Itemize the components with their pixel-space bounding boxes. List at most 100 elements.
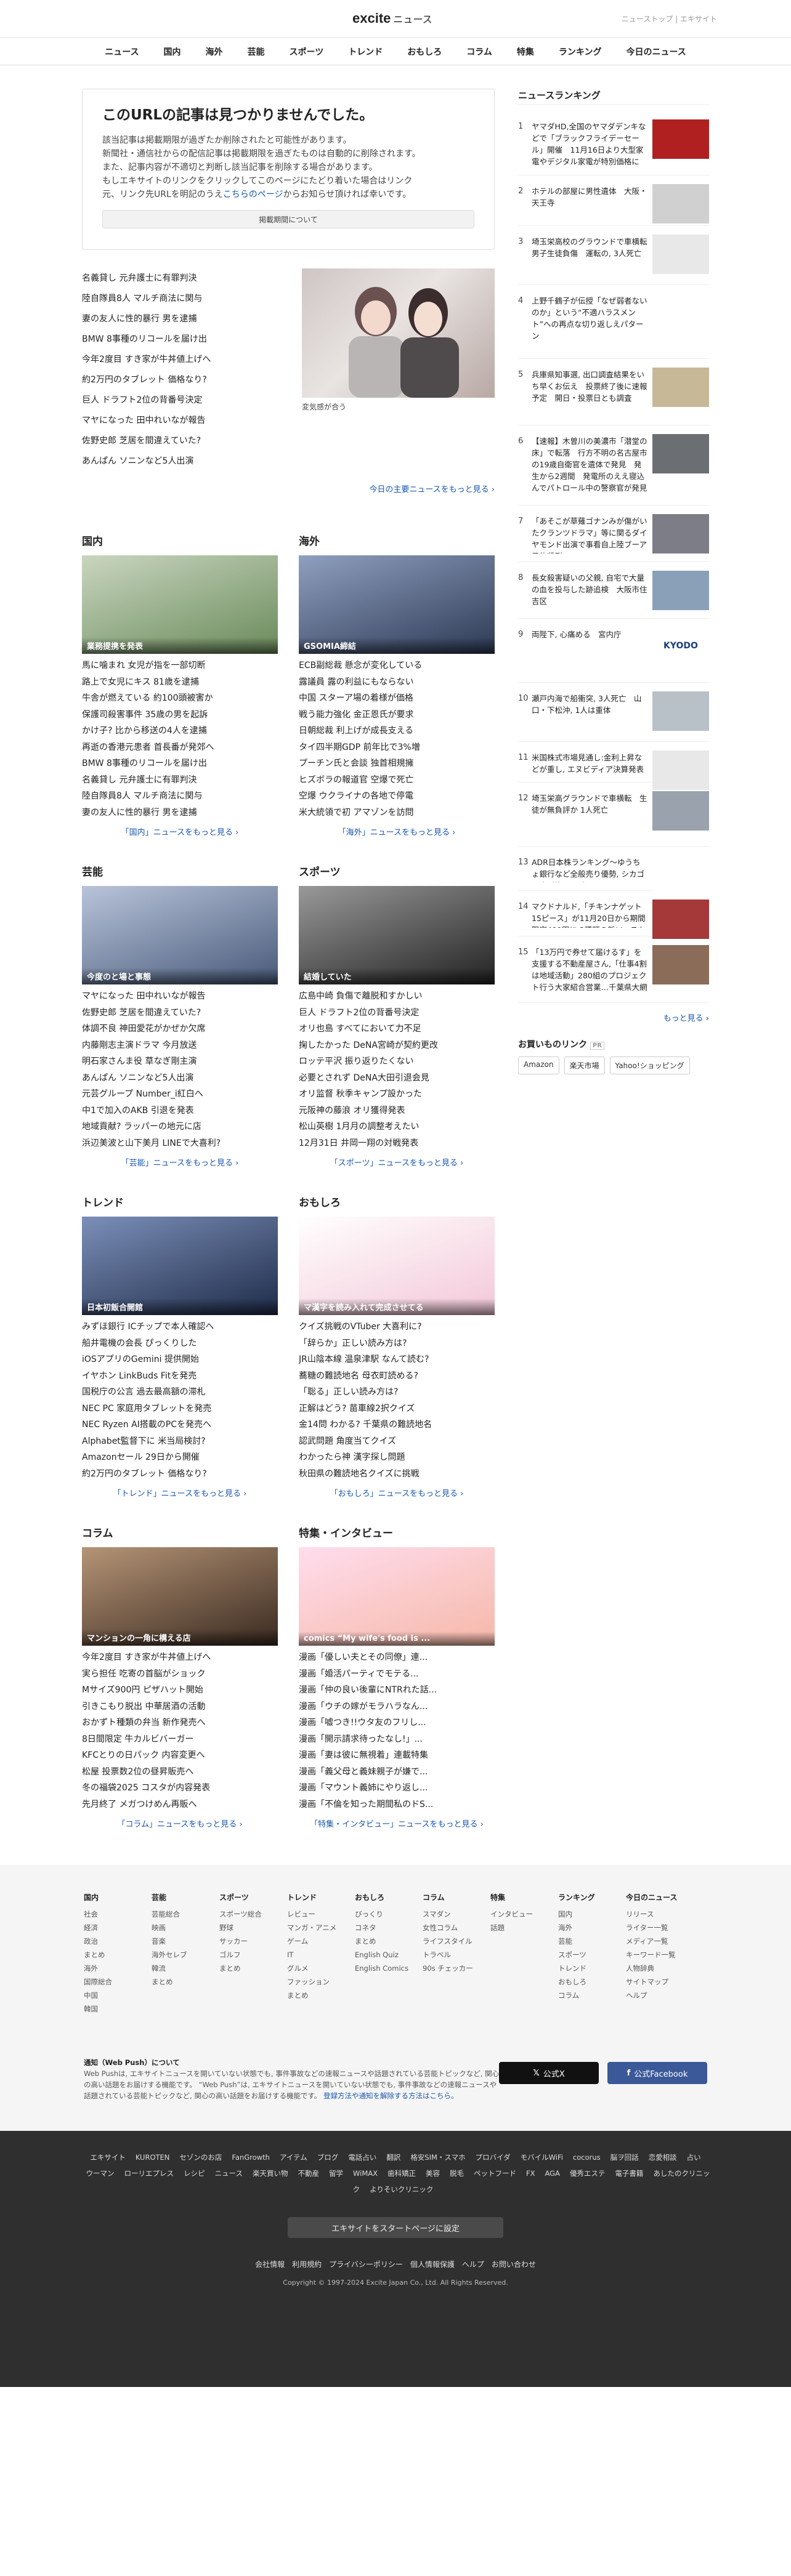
category-item[interactable]: NEC PC 家庭用タブレットを発売	[82, 1401, 278, 1417]
corporate-link[interactable]: 個人情報保護	[410, 2260, 455, 2269]
category-item[interactable]: 地域貢献? ラッパーの地元に店	[82, 1119, 278, 1135]
footer-link[interactable]: サッカー	[219, 1934, 287, 1948]
category-item[interactable]: ECB副総裁 懸念が変化している	[299, 658, 495, 674]
category-item[interactable]: 蕎糖の難読地名 母衣町読める?	[299, 1368, 495, 1385]
ranking-thumbnail[interactable]	[652, 294, 709, 333]
footer-column-title[interactable]: 国内	[84, 1892, 152, 1902]
nav-item[interactable]: おもしろ	[395, 46, 454, 58]
service-link[interactable]: 電話占い	[348, 2153, 376, 2162]
service-link[interactable]: アイテム	[280, 2153, 307, 2162]
service-link[interactable]: WiMAX	[353, 2169, 378, 2178]
service-link[interactable]: FanGrowth	[232, 2153, 270, 2162]
category-item[interactable]: 「辞らか」正しい読み方は?	[299, 1335, 495, 1352]
ranking-thumbnail[interactable]	[652, 235, 709, 274]
nav-item[interactable]: トレンド	[336, 46, 395, 58]
category-item[interactable]: 松山英樹 1月月の調整考えたい	[299, 1119, 495, 1135]
nav-item[interactable]: 国内	[152, 46, 193, 58]
footer-link[interactable]: IT	[287, 1948, 355, 1962]
ranking-item[interactable]: 6 【速報】木曽川の美濃市「潜堂の床」で転落 行方不明の名古屋市の19歳自衛官を遺…	[518, 425, 709, 505]
footer-link[interactable]: 野球	[219, 1921, 287, 1934]
service-link[interactable]: モバイルWiFi	[521, 2153, 563, 2162]
category-item[interactable]: タイ四半期GDP 前年比で3%増	[299, 739, 495, 756]
headline-item[interactable]: 佐野史郎 芝居を間違えていた?	[82, 431, 211, 451]
category-item[interactable]: イヤホン LinkBuds Fitを発売	[82, 1368, 278, 1385]
footer-column-title[interactable]: トレンド	[287, 1892, 355, 1902]
footer-link[interactable]: 芸能	[558, 1934, 626, 1948]
footer-link[interactable]: 話題	[490, 1921, 558, 1934]
footer-link[interactable]: スポーツ	[558, 1948, 626, 1962]
headline-figure[interactable]: 変気感が合う	[302, 268, 495, 472]
posting-period-button[interactable]: 掲載期間について	[102, 210, 474, 228]
service-link[interactable]: 脳ヲ回話	[610, 2153, 639, 2162]
footer-link[interactable]: リリース	[626, 1907, 694, 1921]
footer-link[interactable]: サイトマップ	[626, 1975, 694, 1989]
category-item[interactable]: 松屋 投票数2位の昼昇販売へ	[82, 1764, 278, 1781]
footer-link[interactable]: びっくり	[355, 1907, 423, 1921]
shopping-link[interactable]: Yahoo!ショッピング	[609, 1057, 690, 1074]
category-item[interactable]: 秋田県の難読地名クイズに挑戦	[299, 1466, 495, 1483]
ranking-thumbnail[interactable]	[652, 855, 709, 895]
category-photo[interactable]: 日本初飯合開館	[82, 1217, 278, 1315]
category-item[interactable]: 今年2度目 すき家が牛丼値上げへ	[82, 1649, 278, 1666]
footer-link[interactable]: 経済	[84, 1921, 152, 1934]
excite-logo[interactable]: excite ニュース	[352, 10, 432, 26]
official-x-button[interactable]: 𝕏 公式X	[499, 2062, 599, 2084]
footer-link[interactable]: グルメ	[287, 1962, 355, 1975]
category-item[interactable]: 戦う能力強化 金正恩氏が要求	[299, 707, 495, 723]
service-link[interactable]: 楽天買い物	[253, 2169, 288, 2178]
ranking-thumbnail[interactable]	[652, 571, 709, 610]
headline-photo[interactable]	[302, 268, 495, 398]
headline-item[interactable]: 約2万円のタブレット 価格なり?	[82, 370, 211, 390]
category-more-link[interactable]: 「コラム」ニュースをもっと見る ›	[82, 1817, 278, 1829]
service-link[interactable]: プロバイダ	[476, 2153, 511, 2162]
footer-link[interactable]: English Comics	[355, 1962, 423, 1975]
footer-link[interactable]: インタビュー	[490, 1907, 558, 1921]
category-item[interactable]: 漫画「優しい夫とその同僚」連...	[299, 1649, 495, 1666]
category-item[interactable]: マヤになった 田中れいなが報告	[82, 988, 278, 1005]
category-item[interactable]: 元阪神の藤浪 オリ獲得発表	[299, 1103, 495, 1119]
service-link[interactable]: ウーマン	[86, 2169, 115, 2178]
category-item[interactable]: 中1で加入のAKB 引退を発表	[82, 1103, 278, 1119]
category-item[interactable]: 漫画「マウント義姉にやり返し...	[299, 1780, 495, 1797]
footer-link[interactable]: まとめ	[84, 1948, 152, 1962]
category-item[interactable]: Mサイズ900円 ピザハット開始	[82, 1682, 278, 1699]
service-link[interactable]: KUROTEN	[136, 2153, 170, 2162]
service-link[interactable]: ローリエプレス	[124, 2169, 174, 2178]
footer-link[interactable]: 韓国	[84, 2002, 152, 2016]
nav-item[interactable]: 今日のニュース	[614, 46, 698, 58]
category-item[interactable]: 先月終了 メガつけめん再販へ	[82, 1797, 278, 1813]
nav-item[interactable]: 芸能	[235, 46, 277, 58]
footer-link[interactable]: ゲーム	[287, 1934, 355, 1948]
footer-link[interactable]: コラム	[558, 1989, 626, 2002]
footer-link[interactable]: まとめ	[287, 1989, 355, 2002]
service-link[interactable]: 恋愛相談	[649, 2153, 677, 2162]
category-item[interactable]: かけ子? 比から移送の4人を逮捕	[82, 723, 278, 739]
nav-item[interactable]: 特集	[505, 46, 546, 58]
category-item[interactable]: 漫画「嘘つき!!ウタ友のフリし...	[299, 1715, 495, 1731]
category-item[interactable]: 漫画「婚活パーティでモテる...	[299, 1666, 495, 1683]
service-link[interactable]: 電子書籍	[615, 2169, 643, 2178]
category-item[interactable]: ロッテ平沢 振り返りたくない	[299, 1053, 495, 1070]
footer-link[interactable]: スマダン	[423, 1907, 490, 1921]
ranking-more-link[interactable]: もっと見る ›	[518, 1012, 709, 1023]
category-item[interactable]: 国税庁の公言 過去最高額の滞札	[82, 1384, 278, 1401]
headline-item[interactable]: 今年2度目 すき家が牛丼値上げへ	[82, 350, 211, 370]
category-item[interactable]: 漫画「妻は彼に無視着」連載特集	[299, 1747, 495, 1764]
category-item[interactable]: 保護司殺害事件 35歳の男を起訴	[82, 707, 278, 723]
category-item[interactable]: 空爆 ウクライナの各地で停電	[299, 788, 495, 805]
footer-link[interactable]: 音楽	[152, 1934, 219, 1948]
contact-link[interactable]: こちらのページ	[223, 190, 283, 199]
category-more-link[interactable]: 「国内」ニュースをもっと見る ›	[82, 826, 278, 837]
service-link[interactable]: 歯科矯正	[387, 2169, 416, 2178]
category-item[interactable]: Alphabet監督下に 米当局検討?	[82, 1433, 278, 1450]
footer-link[interactable]: 社会	[84, 1907, 152, 1921]
footer-link[interactable]: ファッション	[287, 1975, 355, 1989]
category-item[interactable]: 路上で女児にキス 81歳を逮捕	[82, 674, 278, 691]
footer-link[interactable]: 芸能総合	[152, 1907, 219, 1921]
service-link[interactable]: レシピ	[184, 2169, 205, 2178]
service-link[interactable]: 留学	[329, 2169, 343, 2178]
headline-item[interactable]: 名義貸し 元弁護士に有罪判決	[82, 268, 211, 289]
ranking-thumbnail[interactable]	[652, 434, 709, 473]
footer-link[interactable]: 映画	[152, 1921, 219, 1934]
service-link[interactable]: エキサイト	[90, 2153, 126, 2162]
